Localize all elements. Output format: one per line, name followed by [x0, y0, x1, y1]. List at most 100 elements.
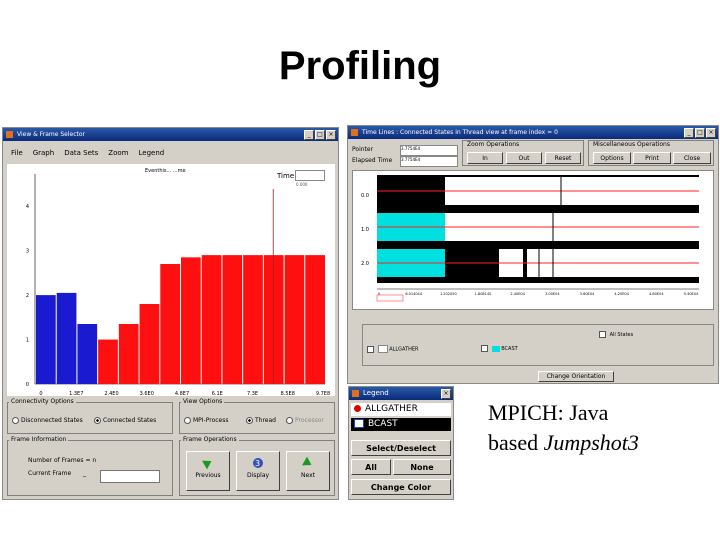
checkbox-icon	[481, 345, 488, 352]
zoom-operations-label: Zoom Operations	[465, 141, 522, 148]
menu-file[interactable]: File	[11, 149, 23, 157]
display-label: Display	[246, 472, 270, 479]
all-states-checkbox[interactable]: All States	[599, 331, 633, 338]
legend-allgather-label: ALLGATHER	[389, 346, 419, 353]
view-options-group: View Options MPI-Process Thread Processo…	[179, 398, 335, 434]
java-cup-icon	[6, 131, 13, 138]
y-tick-label: 0	[26, 382, 29, 388]
legend-window: Legend × ALLGATHER BCAST Select/Deselect…	[348, 386, 454, 500]
bcast-color-icon	[354, 419, 364, 428]
radio-icon	[184, 417, 191, 424]
caption-line-1: MPICH: Java	[488, 400, 609, 425]
histogram-bar-allgather	[201, 255, 222, 384]
histogram-bar-allgather	[118, 324, 139, 384]
mpi-process-radio[interactable]: MPI-Process	[184, 417, 229, 424]
none-button[interactable]: None	[393, 459, 451, 475]
radio-icon	[286, 417, 293, 424]
histogram-menubar: File Graph Data Sets Zoom Legend	[3, 141, 338, 157]
change-orientation-button[interactable]: Change Orientation	[538, 371, 614, 382]
close-icon[interactable]: ×	[441, 389, 451, 399]
java-cup-icon	[352, 390, 359, 397]
java-cup-icon	[351, 129, 358, 136]
menu-zoom[interactable]: Zoom	[108, 149, 128, 157]
maximize-icon[interactable]: □	[695, 128, 705, 138]
menu-legend[interactable]: Legend	[138, 149, 164, 157]
x-tick-label: 4.8E7	[175, 391, 189, 396]
options-button[interactable]: Options	[593, 152, 631, 164]
histogram-bar-bcast	[77, 324, 98, 384]
svg-text:3: 3	[255, 459, 260, 468]
radio-selected-icon	[94, 417, 101, 424]
next-button[interactable]: Next	[286, 451, 330, 491]
close-button[interactable]: Close	[673, 152, 711, 164]
histogram-bar-allgather	[160, 264, 180, 384]
timeline-tick-label: 5.40E04	[684, 292, 699, 296]
close-icon[interactable]: ×	[326, 130, 336, 140]
print-button[interactable]: Print	[633, 152, 671, 164]
histogram-plot-area: Eventhis... ...me Time 0.000 0 1 2 3 4 0 1.3E7…	[7, 164, 335, 396]
connected-states-radio[interactable]: Connected States	[94, 417, 156, 424]
y-tick-label: 4	[26, 204, 29, 210]
radio-icon	[12, 417, 19, 424]
legend-allgather-item[interactable]: ALLGATHER	[367, 345, 419, 353]
timeline-chart: 0 6.014044 1.202050 1.808140 2.40E04 3.00E04 3…	[376, 175, 699, 302]
disconnected-states-radio[interactable]: Disconnected States	[12, 417, 83, 424]
current-frame-input[interactable]	[100, 470, 160, 483]
slide-title: Profiling	[278, 44, 442, 88]
legend-title-bar[interactable]: Legend ×	[349, 387, 453, 400]
current-frame-label: Current Frame	[28, 470, 72, 477]
legend-item-bcast[interactable]: BCAST	[351, 418, 451, 431]
x-tick-label: 9.7E8	[316, 391, 330, 396]
zoom-out-button[interactable]: Out	[506, 152, 542, 164]
legend-item-bcast-label: BCAST	[368, 419, 398, 429]
disconnected-states-label: Disconnected States	[21, 417, 83, 424]
timeline-title-bar[interactable]: Time Lines : Connected States in Thread …	[348, 126, 718, 139]
change-color-button[interactable]: Change Color	[351, 479, 451, 495]
thread-radio[interactable]: Thread	[246, 417, 276, 424]
close-icon[interactable]: ×	[706, 128, 716, 138]
x-tick-label: 1.3E7	[69, 391, 83, 396]
menu-graph[interactable]: Graph	[33, 149, 54, 157]
display-button[interactable]: 3 Display	[236, 451, 280, 491]
radio-selected-icon	[246, 417, 253, 424]
x-tick-label: 8.5E8	[281, 391, 295, 396]
legend-item-allgather[interactable]: ALLGATHER	[351, 403, 451, 416]
connected-states-label: Connected States	[103, 417, 157, 424]
timeline-canvas[interactable]: 0.0 1.0 2.0 0 6.014044 1.202050 1.808140 2.4…	[352, 170, 714, 310]
current-frame-row: Current Frame _	[28, 470, 86, 477]
menu-data-sets[interactable]: Data Sets	[64, 149, 98, 157]
select-deselect-button[interactable]: Select/Deselect	[351, 440, 451, 456]
maximize-icon[interactable]: □	[315, 130, 325, 140]
pointer-label: Pointer	[352, 146, 374, 153]
minimize-icon[interactable]: _	[304, 130, 314, 140]
frame-information-label: Frame Information	[9, 436, 69, 443]
timeline-tick-label: 1.202050	[440, 292, 457, 296]
zoom-reset-button[interactable]: Reset	[545, 152, 581, 164]
legend-item-allgather-label: ALLGATHER	[365, 404, 418, 414]
display-icon: 3	[253, 458, 263, 468]
all-states-label: All States	[609, 332, 634, 338]
caption-line-2: based Jumpshot3	[488, 428, 718, 458]
pointer-field: 3.7754E4	[400, 145, 458, 156]
x-tick-label: 2.4E0	[104, 391, 118, 396]
misc-operations-label: Miscellaneous Operations	[591, 141, 672, 148]
zoom-in-button[interactable]: In	[467, 152, 503, 164]
processor-radio[interactable]: Processor	[286, 417, 324, 424]
connectivity-options-group: Connectivity Options Disconnected States…	[7, 398, 173, 434]
histogram-bar-allgather	[263, 255, 284, 384]
x-tick-label: 6.1E	[212, 391, 223, 396]
slide-caption: MPICH: Java based Jumpshot3	[488, 398, 718, 458]
histogram-title-bar[interactable]: View & Frame Selector _ □ ×	[3, 128, 338, 141]
histogram-bar-allgather	[305, 255, 325, 384]
histogram-bar-allgather	[284, 255, 305, 384]
legend-bcast-item[interactable]: BCAST	[481, 345, 518, 352]
previous-button[interactable]: Previous	[186, 451, 230, 491]
next-label: Next	[301, 472, 315, 479]
timeline-tick-label: 3.60E04	[580, 292, 595, 296]
allgather-swatch	[377, 345, 388, 353]
histogram-bar-bcast	[36, 295, 56, 384]
thread-label: Thread	[255, 417, 276, 424]
all-button[interactable]: All	[351, 459, 391, 475]
minimize-icon[interactable]: _	[684, 128, 694, 138]
allgather-color-icon	[354, 405, 361, 412]
